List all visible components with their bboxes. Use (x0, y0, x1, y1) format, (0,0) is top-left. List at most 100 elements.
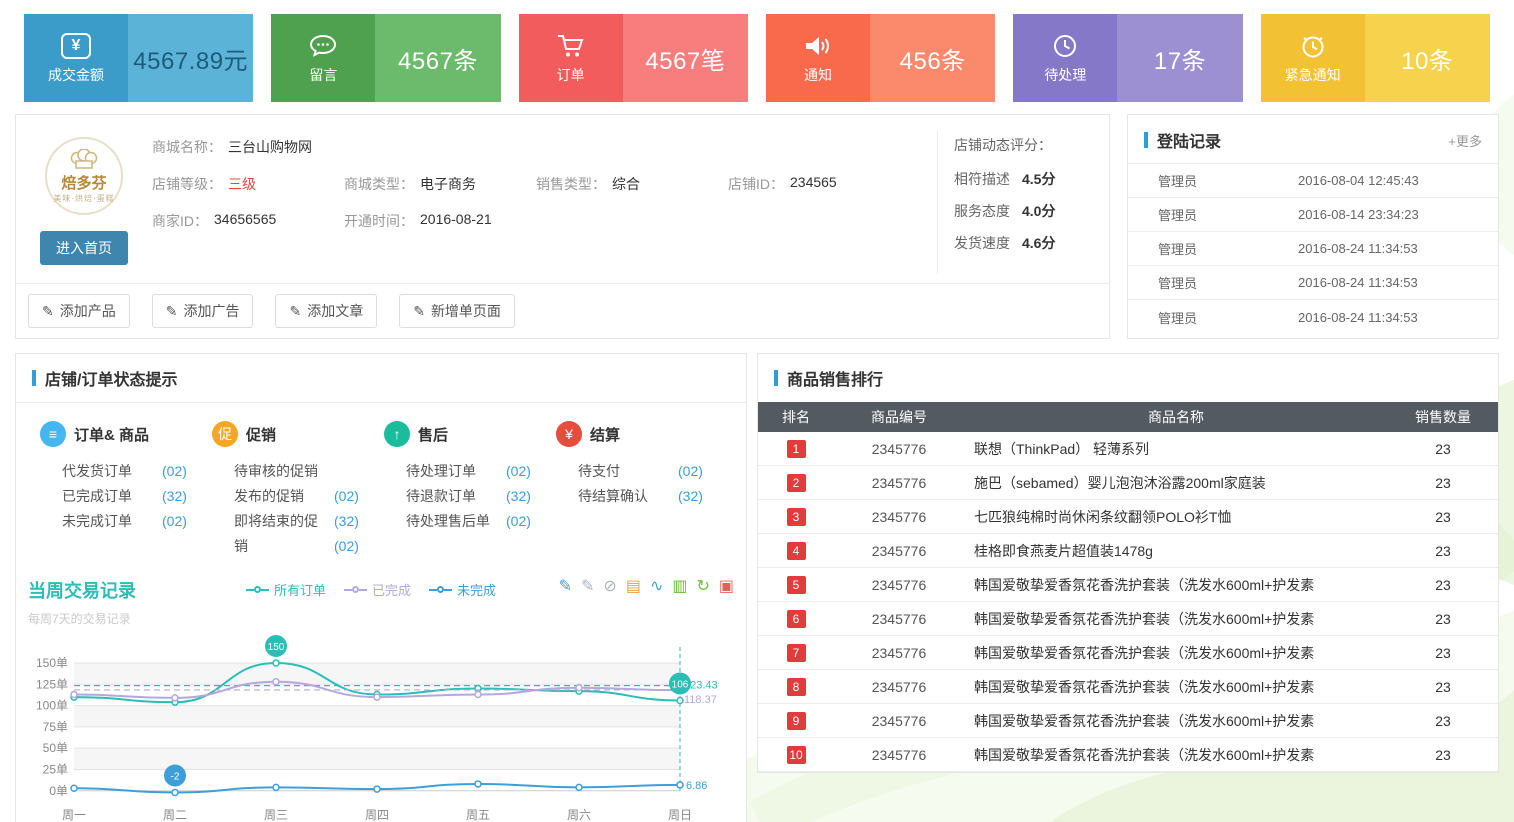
stat-card-label: 订单 (557, 65, 585, 85)
stat-card-notifications[interactable]: 通知 456条 (766, 14, 995, 102)
legend-item-all-orders[interactable]: 所有订单 (246, 580, 326, 599)
add-page-button[interactable]: ✎ 新增单页面 (399, 294, 515, 328)
stat-card-urgent[interactable]: 紧急通知 10条 (1261, 14, 1490, 102)
status-count[interactable]: (02) (678, 459, 703, 484)
enter-home-button[interactable]: 进入首页 (40, 231, 128, 265)
chart-toolbar: ✎ ✎ ⊘ ▤ ∿ ▥ ↻ ▣ (559, 579, 734, 595)
shop-type-value: 电子商务 (420, 174, 476, 194)
status-item[interactable]: 已完成订单 (62, 484, 154, 509)
shop-id-value: 234565 (790, 174, 837, 194)
rank-badge: 8 (787, 678, 806, 696)
status-count[interactable]: (32) (334, 509, 359, 534)
data-view-icon[interactable]: ▤ (626, 579, 641, 595)
status-item[interactable]: 待审核的促销 (234, 459, 326, 484)
status-count[interactable]: (02) (506, 509, 531, 534)
yen-icon: ¥ (61, 32, 91, 60)
edit-light-icon[interactable]: ✎ (581, 579, 594, 595)
status-panel-title: 店铺/订单状态提示 (45, 366, 177, 390)
bar-chart-icon[interactable]: ▥ (672, 579, 687, 595)
dashboard-page: ¥ 成交金额 4567.89元 留言 4567条 (0, 0, 1514, 822)
login-record-row: 管理员 2016-08-04 12:45:43 (1128, 164, 1498, 198)
status-count[interactable]: (02) (334, 484, 359, 509)
field-label: 店铺ID： (728, 174, 784, 194)
cart-icon (556, 32, 586, 60)
shop-rating: 店铺动态评分： 相符描述 4.5分 服务态度 4.0分 发货速度 4.6分 (937, 131, 1109, 273)
table-row: 4 2345776 桂格即食燕麦片超值装1478g 23 (758, 534, 1498, 568)
rank-badge: 9 (787, 712, 806, 730)
login-record-row: 管理员 2016-08-24 11:34:53 (1128, 300, 1498, 334)
stat-card-pending[interactable]: 待处理 17条 (1013, 14, 1242, 102)
svg-text:106: 106 (672, 679, 689, 690)
rank-badge: 5 (787, 576, 806, 594)
table-row: 6 2345776 韩国爱敬挚爱香氛花香洗护套装（洗发水600ml+护发素 23 (758, 602, 1498, 636)
ranking-title: 商品销售排行 (787, 366, 883, 390)
svg-text:周五: 周五 (466, 808, 490, 822)
legend-marker (246, 586, 269, 593)
legend-item-uncompleted[interactable]: 未完成 (429, 580, 496, 599)
add-ad-button[interactable]: ✎ 添加广告 (152, 294, 254, 328)
table-row: 1 2345776 联想（ThinkPad） 轻薄系列 23 (758, 432, 1498, 466)
stat-card-value: 4567条 (398, 41, 478, 76)
refresh-icon[interactable]: ↻ (696, 579, 709, 595)
ranking-table-header: 排名 商品编号 商品名称 销售数量 (758, 402, 1498, 432)
more-link[interactable]: +更多 (1448, 131, 1482, 150)
stat-card-revenue-right: 4567.89元 (128, 14, 253, 102)
table-row: 9 2345776 韩国爱敬挚爱香氛花香洗护套装（洗发水600ml+护发素 23 (758, 704, 1498, 738)
status-item[interactable]: 未完成订单 (62, 509, 154, 534)
svg-text:125单: 125单 (36, 677, 68, 691)
status-count[interactable]: (32) (678, 484, 703, 509)
status-item[interactable]: 待退款订单 (406, 484, 498, 509)
status-item[interactable]: 待处理售后单 (406, 509, 498, 534)
add-product-button[interactable]: ✎ 添加产品 (28, 294, 130, 328)
status-item[interactable]: 待支付 (578, 459, 670, 484)
edit-icon: ✎ (289, 303, 301, 320)
status-item[interactable]: 发布的促销 (234, 484, 326, 509)
col-header-rank: 排名 (758, 407, 834, 427)
status-count[interactable]: (02) (506, 459, 531, 484)
status-groups: ≡ 订单& 商品 代发货订单 已完成订单 未完成订单 (02) (32) (02… (16, 403, 746, 565)
field-label: 开通时间： (344, 211, 414, 231)
stat-card-label: 成交金额 (48, 65, 104, 85)
svg-text:25单: 25单 (43, 762, 68, 776)
svg-text:周一: 周一 (62, 808, 86, 822)
status-count[interactable]: (02) (334, 534, 359, 559)
status-count[interactable]: (02) (162, 509, 187, 534)
weekly-trade-chart-block: 当周交易记录 每周7天的交易记录 所有订单 已完成 (16, 565, 746, 822)
svg-text:75单: 75单 (43, 720, 68, 734)
legend-item-completed[interactable]: 已完成 (344, 580, 411, 599)
table-row: 5 2345776 韩国爱敬挚爱香氛花香洗护套装（洗发水600ml+护发素 23 (758, 568, 1498, 602)
svg-text:周六: 周六 (567, 808, 591, 822)
login-records-title: 登陆记录 (1157, 128, 1221, 152)
status-item[interactable]: 即将结束的促销 (234, 509, 326, 559)
promotion-icon: 促 (212, 421, 238, 447)
status-item[interactable]: 待结算确认 (578, 484, 670, 509)
clear-icon[interactable]: ⊘ (603, 579, 616, 595)
clock-icon (1052, 32, 1078, 60)
save-icon[interactable]: ▣ (719, 579, 734, 595)
edit-icon[interactable]: ✎ (559, 579, 572, 595)
svg-text:-2: -2 (171, 771, 180, 782)
rank-badge: 6 (787, 610, 806, 628)
chart-title: 当周交易记录 (28, 577, 246, 603)
stat-card-label: 待处理 (1044, 65, 1086, 85)
svg-text:150: 150 (268, 642, 285, 653)
stat-card-value: 10条 (1401, 41, 1453, 76)
rating-title: 店铺动态评分： (954, 135, 1109, 155)
add-article-button[interactable]: ✎ 添加文章 (275, 294, 377, 328)
line-chart-icon[interactable]: ∿ (650, 579, 663, 595)
stat-card-orders[interactable]: 订单 4567笔 (519, 14, 748, 102)
field-label: 商家ID： (152, 211, 208, 231)
stat-card-revenue[interactable]: ¥ 成交金额 4567.89元 (24, 14, 253, 102)
svg-text:118.37: 118.37 (684, 694, 717, 706)
status-count[interactable]: (32) (162, 484, 187, 509)
rating-item: 服务态度 4.0分 (954, 201, 1109, 221)
status-item[interactable]: 待处理订单 (406, 459, 498, 484)
status-item[interactable]: 代发货订单 (62, 459, 154, 484)
status-count[interactable]: (02) (162, 459, 187, 484)
status-count[interactable]: (32) (506, 484, 531, 509)
shop-action-buttons: ✎ 添加产品 ✎ 添加广告 ✎ 添加文章 ✎ 新增单页面 (16, 283, 1109, 338)
stat-card-value: 4567笔 (645, 41, 725, 76)
orders-icon: ≡ (40, 421, 66, 447)
stat-card-messages[interactable]: 留言 4567条 (271, 14, 500, 102)
table-row: 8 2345776 韩国爱敬挚爱香氛花香洗护套装（洗发水600ml+护发素 23 (758, 670, 1498, 704)
